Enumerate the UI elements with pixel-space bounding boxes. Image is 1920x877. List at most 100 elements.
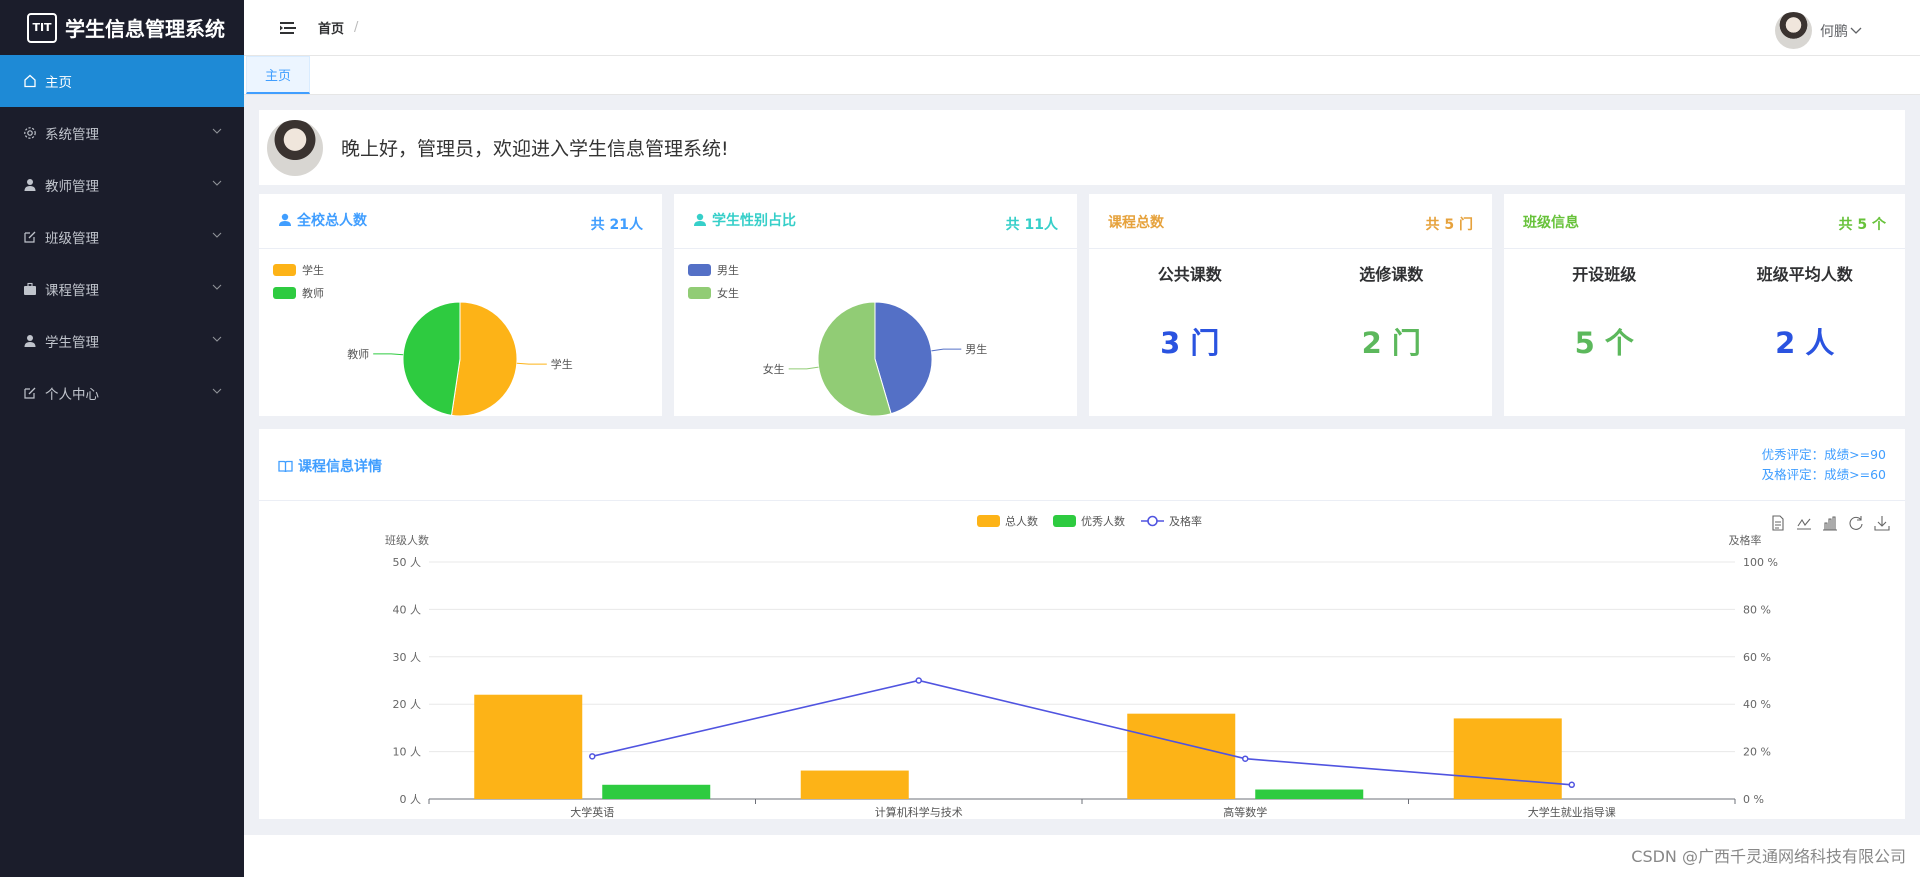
welcome-text: 晚上好，管理员，欢迎进入学生信息管理系统! — [341, 138, 729, 160]
watermark: CSDN @广西千灵通网络科技有限公司 — [1631, 847, 1906, 866]
chevron-down-icon — [212, 128, 222, 134]
y-tick-label: 30 人 — [393, 651, 422, 664]
y-tick-label: 50 人 — [393, 556, 422, 569]
pie-slice[interactable] — [402, 301, 461, 416]
y-tick-label: 0 人 — [400, 793, 422, 806]
bar[interactable] — [1453, 718, 1562, 799]
chevron-down-icon — [212, 284, 222, 290]
sidebar-menu: 主页系统管理教师管理班级管理课程管理学生管理个人中心 — [0, 55, 244, 419]
tab-home[interactable]: 主页 — [246, 56, 310, 94]
card-total: 共 5 个 — [1838, 217, 1887, 233]
sidebar-item[interactable]: 教师管理 — [0, 159, 244, 211]
sidebar-item-label: 教师管理 — [45, 179, 99, 195]
sidebar-item-label: 学生管理 — [45, 335, 99, 351]
bar[interactable] — [1127, 713, 1236, 799]
refresh-icon[interactable] — [1848, 515, 1864, 531]
sidebar-item[interactable]: 系统管理 — [0, 107, 244, 159]
gear-icon — [23, 126, 37, 140]
bar[interactable] — [1255, 789, 1364, 799]
sidebar-item[interactable]: 学生管理 — [0, 315, 244, 367]
excellent-criteria: 优秀评定：成绩>=90 — [1761, 447, 1886, 462]
x-tick-label: 大学英语 — [570, 805, 614, 819]
bar[interactable] — [602, 784, 711, 799]
y-right-tick-label: 80 % — [1743, 603, 1771, 616]
pie-label: 男生 — [965, 342, 987, 356]
sidebar-item[interactable]: 课程管理 — [0, 263, 244, 315]
y-right-tick-label: 60 % — [1743, 651, 1771, 664]
line-point[interactable] — [589, 753, 596, 760]
sidebar-item-label: 系统管理 — [45, 127, 99, 143]
chevron-down-icon — [212, 180, 222, 186]
user-icon — [279, 213, 291, 226]
logo-icon: TIT — [27, 12, 57, 43]
sidebar-item[interactable]: 班级管理 — [0, 211, 244, 263]
user-name: 何鹏 — [1820, 23, 1848, 40]
y-right-tick-label: 20 % — [1743, 746, 1771, 759]
menu-toggle-icon[interactable] — [280, 21, 296, 35]
logo: TIT 学生信息管理系统 — [0, 0, 244, 55]
line-chart-icon[interactable] — [1796, 515, 1812, 531]
user-icon — [23, 178, 37, 192]
gender-ratio-card: 学生性别占比 共 11人 男生 女生 男生女生 — [674, 194, 1077, 416]
line-series — [592, 679, 1572, 786]
breadcrumb-separator: / — [354, 20, 359, 35]
card-title: 学生性别占比 — [712, 213, 796, 229]
user-menu[interactable]: 何鹏 — [1775, 12, 1862, 49]
pie-slice[interactable] — [450, 301, 518, 416]
sidebar-item-label: 班级管理 — [45, 231, 99, 247]
line-point[interactable] — [915, 677, 922, 684]
x-tick-label: 高等数学 — [1223, 805, 1267, 819]
pie-label-line — [931, 348, 962, 352]
bar[interactable] — [474, 694, 583, 799]
open-class-value: 5 个 — [1574, 326, 1634, 360]
y-tick-label: 40 人 — [393, 603, 422, 616]
home-icon — [23, 74, 37, 88]
download-icon[interactable] — [1874, 515, 1890, 531]
avatar — [1775, 12, 1812, 49]
class-info-card: 班级信息 共 5 个 开设班级 5 个 班级平均人数 2 人 — [1504, 194, 1905, 416]
pie-label-line — [373, 353, 404, 356]
legend-label: 总人数 — [1005, 514, 1038, 528]
edit-icon — [23, 230, 37, 244]
card-total: 共 21人 — [590, 217, 643, 233]
bar-chart-icon[interactable] — [1822, 515, 1838, 531]
course-total-card: 课程总数 共 5 门 公共课数 3 门 选修课数 2 门 — [1089, 194, 1492, 416]
y-right-tick-label: 100 % — [1743, 556, 1778, 569]
sidebar-item[interactable]: 个人中心 — [0, 367, 244, 419]
pass-criteria: 及格评定：成绩>=60 — [1761, 467, 1886, 482]
chevron-down-icon — [212, 232, 222, 238]
line-point[interactable] — [1568, 781, 1575, 789]
card-total: 共 5 门 — [1425, 217, 1474, 233]
tabs-bar: 主页 — [244, 56, 1920, 95]
pie-label-line — [516, 362, 547, 365]
pie-chart: 学生 教师 — [347, 301, 573, 416]
welcome-card: 晚上好，管理员，欢迎进入学生信息管理系统! — [259, 110, 1905, 185]
avg-class-size-value: 2 人 — [1775, 326, 1835, 360]
y-right-tick-label: 0 % — [1743, 793, 1764, 806]
course-detail-title: 课程信息详情 — [298, 459, 382, 475]
line-point[interactable] — [1242, 755, 1249, 762]
card-total: 共 11人 — [1005, 217, 1058, 233]
breadcrumb[interactable]: 首页 — [318, 18, 344, 37]
briefcase-icon — [23, 282, 37, 296]
legend-swatch[interactable] — [977, 515, 1000, 527]
legend-swatch[interactable] — [1053, 515, 1076, 527]
data-view-icon[interactable] — [1770, 515, 1786, 531]
sidebar-item-label: 课程管理 — [45, 283, 99, 299]
user-icon — [694, 213, 706, 226]
chart-toolbox — [1770, 515, 1890, 531]
pie-label-line — [788, 366, 819, 370]
pie-label: 女生 — [763, 362, 785, 376]
pie-label: 学生 — [551, 357, 573, 371]
user-icon — [23, 334, 37, 348]
avatar — [267, 119, 323, 176]
card-title: 班级信息 — [1523, 215, 1579, 231]
elective-course-value: 2 门 — [1361, 326, 1421, 360]
bar[interactable] — [800, 770, 909, 799]
sidebar: TIT 学生信息管理系统 主页系统管理教师管理班级管理课程管理学生管理个人中心 — [0, 0, 244, 877]
chevron-down-icon — [212, 336, 222, 342]
pie-chart: 男生女生 — [763, 301, 987, 416]
avg-class-size-label: 班级平均人数 — [1756, 265, 1853, 284]
card-title: 全校总人数 — [297, 213, 367, 229]
sidebar-item[interactable]: 主页 — [0, 55, 244, 107]
